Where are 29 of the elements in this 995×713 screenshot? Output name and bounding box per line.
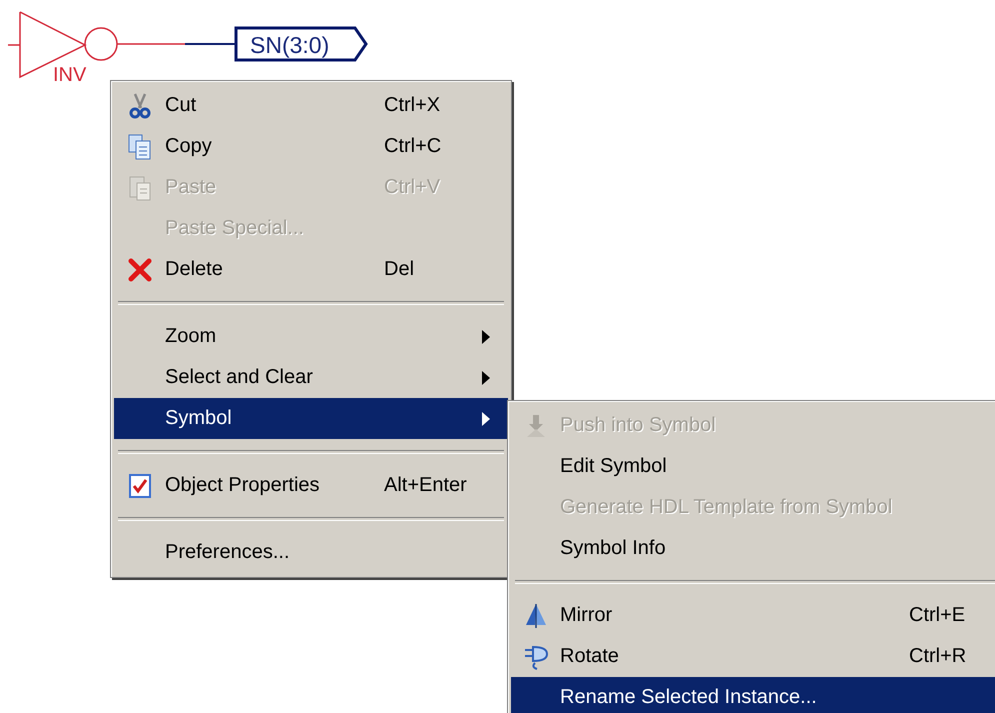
shortcut-label: Ctrl+X	[384, 94, 440, 117]
push-down-icon	[524, 414, 546, 438]
menu-item[interactable]: Object Properties Alt+Enter	[114, 465, 508, 506]
shortcut-label: Ctrl+C	[384, 135, 442, 158]
menu-item[interactable]: Symbol Info	[511, 528, 995, 569]
delete-icon	[128, 258, 152, 282]
net-label-flag: SN(3:0)	[234, 26, 368, 62]
menu-item[interactable]: Symbol	[114, 398, 508, 439]
menu-item[interactable]: Edit Symbol	[511, 446, 995, 487]
scissors-icon	[128, 92, 150, 118]
gate-label: INV	[53, 64, 86, 86]
menu-item[interactable]: Copy Ctrl+C	[114, 126, 508, 167]
menu-item[interactable]: Cut Ctrl+X	[114, 85, 508, 126]
shortcut-label: Del	[384, 258, 414, 281]
menu-item[interactable]: Zoom	[114, 316, 508, 357]
check-document-icon	[128, 474, 150, 498]
copy-icon	[128, 134, 152, 160]
menu-item[interactable]: Mirror Ctrl+E	[511, 595, 995, 636]
shortcut-label: Ctrl+R	[909, 645, 966, 668]
menu-item[interactable]: Rename Selected Instance...	[511, 677, 995, 713]
shortcut-label: Ctrl+E	[909, 604, 966, 627]
menu-item[interactable]: Delete Del	[114, 249, 508, 290]
menu-item[interactable]: Rotate Ctrl+R	[511, 636, 995, 677]
menu-item[interactable]: Preferences...	[114, 532, 508, 573]
wire	[185, 43, 236, 45]
clipboard-icon	[128, 174, 152, 200]
menu-item[interactable]: Select and Clear	[114, 357, 508, 398]
mirror-icon	[524, 602, 548, 628]
shortcut-label: Alt+Enter	[384, 474, 467, 497]
